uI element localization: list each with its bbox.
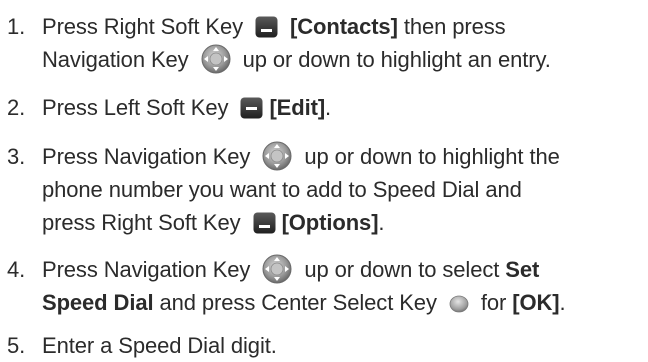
step-number: 5. — [7, 333, 26, 358]
step-line: Speed Dial and press Center Select Key f… — [42, 286, 648, 319]
step-text: for — [480, 290, 507, 315]
step-text: Navigation Key — [42, 47, 189, 72]
step-1: 1. Press Right Soft Key [Contacts] then … — [0, 10, 648, 76]
set-label: Set — [505, 257, 540, 282]
step-line: phone number you want to add to Speed Di… — [42, 173, 648, 206]
step-text: phone number you want to add to Speed Di… — [42, 177, 522, 202]
step-number: 4. — [7, 257, 26, 282]
step-line: Press Navigation Key up or down to highl… — [42, 140, 648, 173]
step-text: Press Right Soft Key — [42, 14, 243, 39]
step-text: and press Center Select Key — [159, 290, 437, 315]
step-text: Press Navigation Key — [42, 144, 251, 169]
step-3: 3. Press Navigation Key up or down to hi… — [0, 140, 648, 239]
step-line: Press Right Soft Key [Contacts] then pre… — [42, 10, 648, 43]
navigation-key-icon — [262, 141, 292, 171]
step-4: 4. Press Navigation Key up or down to se… — [0, 253, 648, 319]
navigation-key-icon — [201, 44, 231, 74]
step-text: then press — [403, 14, 506, 39]
step-text: . — [325, 95, 332, 120]
step-number: 2. — [7, 95, 26, 120]
step-text: . — [378, 210, 385, 235]
ok-label: [OK] — [512, 290, 560, 315]
options-label: [Options] — [281, 210, 379, 235]
step-line: Enter a Speed Dial digit. — [42, 329, 648, 362]
step-text: up or down to highlight the — [304, 144, 560, 169]
step-text: press Right Soft Key — [42, 210, 241, 235]
step-line: Press Left Soft Key [Edit]. — [42, 91, 648, 124]
step-5: 5. Enter a Speed Dial digit. — [0, 329, 648, 362]
contacts-label: [Contacts] — [290, 14, 398, 39]
step-number: 1. — [7, 14, 26, 39]
step-line: Navigation Key up or down to highlight a… — [42, 43, 648, 76]
center-select-key-icon — [449, 295, 469, 313]
step-text: Enter a Speed Dial digit. — [42, 333, 277, 358]
step-line: Press Navigation Key up or down to selec… — [42, 253, 648, 286]
right-soft-key-icon — [255, 16, 278, 38]
step-text: up or down to select — [304, 257, 500, 282]
left-soft-key-icon — [240, 97, 263, 119]
navigation-key-icon — [262, 254, 292, 284]
step-text: . — [559, 290, 566, 315]
step-number: 3. — [7, 144, 26, 169]
step-text: Press Left Soft Key — [42, 95, 229, 120]
edit-label: [Edit] — [269, 95, 326, 120]
right-soft-key-icon — [253, 212, 276, 234]
step-text: Press Navigation Key — [42, 257, 251, 282]
step-2: 2. Press Left Soft Key [Edit]. — [0, 91, 648, 124]
step-line: press Right Soft Key [Options]. — [42, 206, 648, 239]
step-text: up or down to highlight an entry. — [242, 47, 551, 72]
speed-dial-label: Speed Dial — [42, 290, 154, 315]
